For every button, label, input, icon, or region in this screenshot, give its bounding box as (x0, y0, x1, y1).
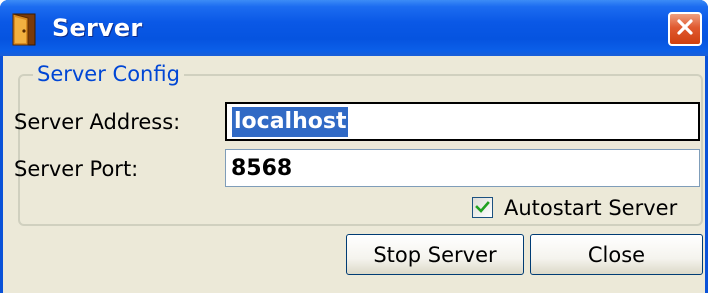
dialog-body: Server Config Server Address: localhost … (3, 56, 705, 293)
server-address-input[interactable]: localhost (225, 102, 700, 141)
server-address-label: Server Address: (14, 110, 181, 134)
close-window-button[interactable] (668, 12, 702, 46)
autostart-label[interactable]: Autostart Server (504, 195, 677, 221)
window-title: Server (52, 14, 143, 42)
server-port-label: Server Port: (14, 157, 139, 181)
stop-server-button[interactable]: Stop Server (346, 234, 524, 275)
group-legend: Server Config (33, 61, 184, 87)
server-dialog: Server Server Config Server Address: loc… (0, 0, 708, 293)
close-x-icon (675, 17, 695, 41)
server-address-value: localhost (232, 106, 349, 137)
server-port-input[interactable]: 8568 (225, 149, 700, 187)
server-port-value: 8568 (231, 155, 293, 181)
close-button[interactable]: Close (530, 234, 703, 275)
autostart-checkbox[interactable] (472, 197, 493, 218)
app-door-icon (10, 13, 40, 46)
title-bar[interactable]: Server (0, 0, 708, 56)
